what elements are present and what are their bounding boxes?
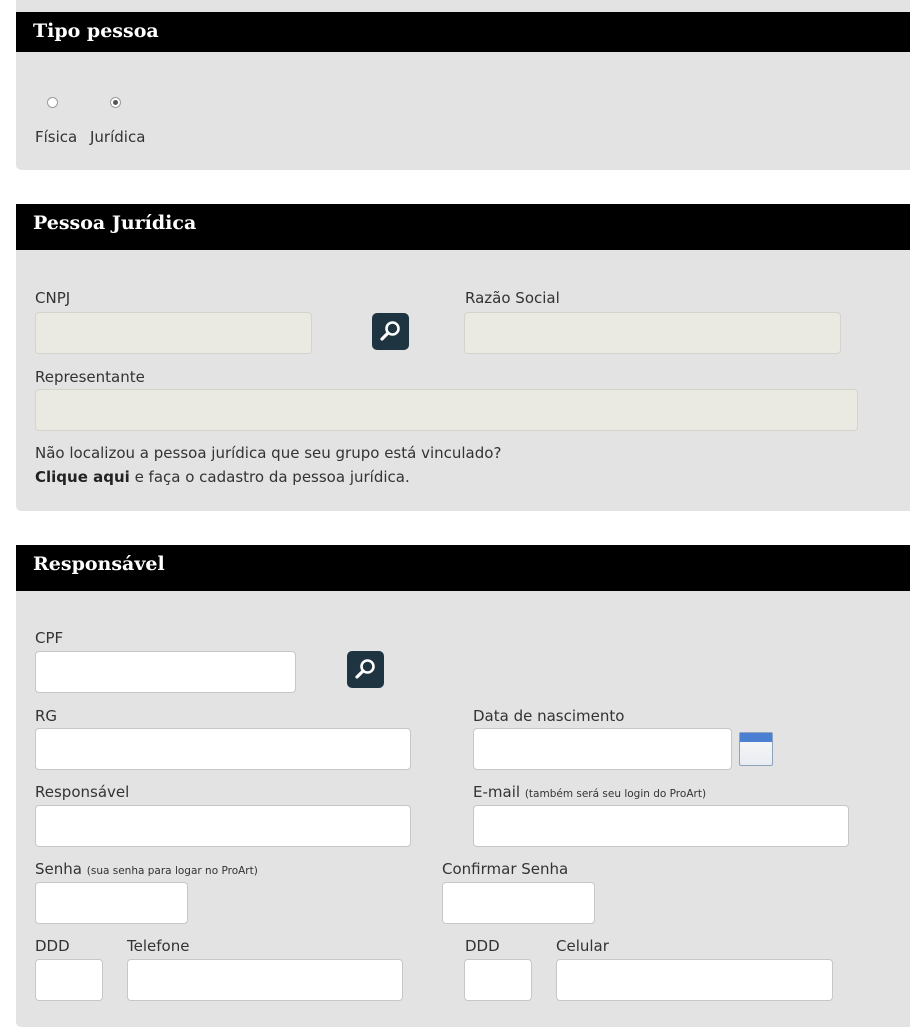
razao-social-input[interactable] xyxy=(464,312,841,354)
email-input[interactable] xyxy=(473,805,849,847)
confirmar-senha-label: Confirmar Senha xyxy=(442,860,569,878)
register-note-rest: e faça o cadastro da pessoa jurídica. xyxy=(129,468,410,486)
email-label: E-mail (também será seu login do ProArt) xyxy=(473,783,706,803)
pessoa-juridica-panel xyxy=(16,204,910,511)
telefone-input[interactable] xyxy=(127,959,403,1001)
razao-social-label: Razão Social xyxy=(465,289,560,307)
ddd-celular-input[interactable] xyxy=(464,959,532,1001)
email-hint: (também será seu login do ProArt) xyxy=(524,788,707,800)
email-label-text: E-mail xyxy=(473,783,521,801)
ddd-celular-label: DDD xyxy=(465,937,500,955)
section-title: Tipo pessoa xyxy=(33,20,159,42)
pessoa-juridica-header: Pessoa Jurídica xyxy=(16,204,910,250)
tipo-pessoa-section: Tipo pessoa Física Jurídica xyxy=(16,0,910,170)
radio-juridica[interactable] xyxy=(110,97,121,108)
not-found-note: Não localizou a pessoa jurídica que seu … xyxy=(35,444,502,462)
cnpj-input[interactable] xyxy=(35,312,312,354)
responsavel-section: Responsável CPF RG Data de nascimento Re… xyxy=(16,545,910,1027)
cpf-label: CPF xyxy=(35,629,64,647)
ddd-input[interactable] xyxy=(35,959,103,1001)
responsavel-input[interactable] xyxy=(35,805,411,847)
rg-input[interactable] xyxy=(35,728,411,770)
section-title: Pessoa Jurídica xyxy=(33,212,197,234)
ddd-label: DDD xyxy=(35,937,70,955)
responsavel-label: Responsável xyxy=(35,783,130,801)
celular-label: Celular xyxy=(556,937,609,955)
cpf-search-button[interactable] xyxy=(347,651,384,688)
radio-fisica[interactable] xyxy=(47,97,58,108)
cnpj-search-button[interactable] xyxy=(372,313,409,350)
representante-label: Representante xyxy=(35,368,145,386)
senha-label: Senha (sua senha para logar no ProArt) xyxy=(35,860,258,880)
responsavel-header: Responsável xyxy=(16,545,910,591)
senha-hint: (sua senha para logar no ProArt) xyxy=(86,865,258,877)
section-title: Responsável xyxy=(33,553,165,575)
tipo-pessoa-header: Tipo pessoa xyxy=(16,12,910,52)
pessoa-juridica-section: Pessoa Jurídica CNPJ Razão Social Repres… xyxy=(16,204,910,511)
magnifier-icon xyxy=(380,321,400,341)
cnpj-label: CNPJ xyxy=(35,289,71,307)
senha-input[interactable] xyxy=(35,882,188,924)
celular-input[interactable] xyxy=(556,959,833,1001)
calendar-icon-bar xyxy=(740,733,772,742)
magnifier-icon xyxy=(355,659,375,679)
senha-label-text: Senha xyxy=(35,860,82,878)
radio-selected-dot xyxy=(113,100,118,105)
register-note: Clique aqui e faça o cadastro da pessoa … xyxy=(35,468,410,486)
radio-label-juridica: Jurídica xyxy=(90,128,146,146)
rg-label: RG xyxy=(35,707,58,725)
calendar-icon[interactable] xyxy=(739,732,773,766)
confirmar-senha-input[interactable] xyxy=(442,882,595,924)
data-nascimento-label: Data de nascimento xyxy=(473,707,625,725)
radio-label-fisica: Física xyxy=(35,128,78,146)
telefone-label: Telefone xyxy=(127,937,190,955)
representante-input[interactable] xyxy=(35,389,858,431)
data-nascimento-input[interactable] xyxy=(473,728,732,770)
clique-aqui-link[interactable]: Clique aqui xyxy=(35,468,130,486)
cpf-input[interactable] xyxy=(35,651,296,693)
